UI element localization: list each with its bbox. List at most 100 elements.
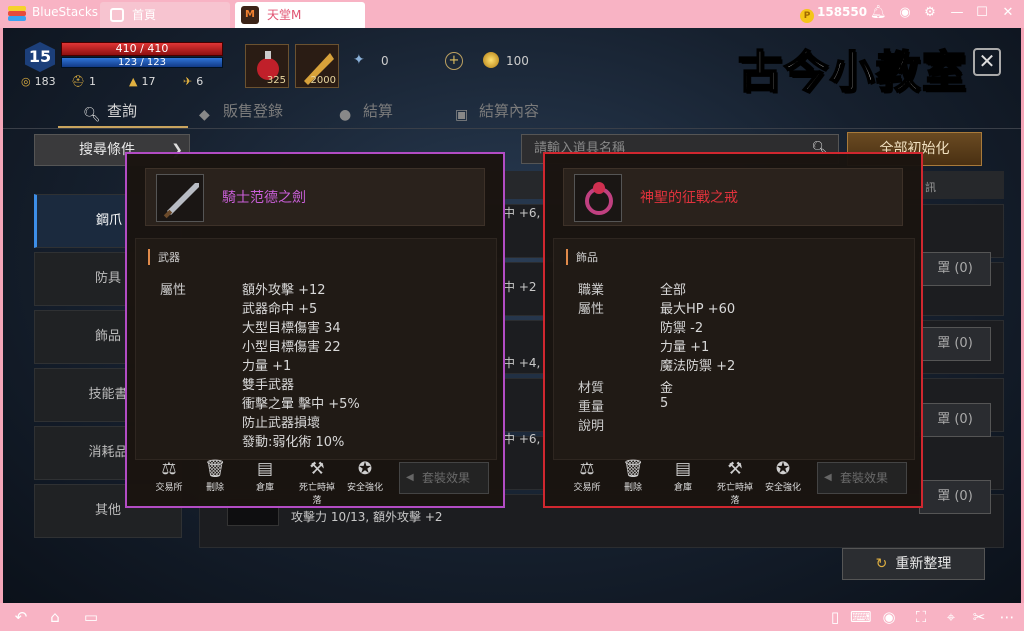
- reorganize-label: 重新整理: [895, 556, 952, 572]
- eye-icon[interactable]: ◉: [880, 607, 898, 627]
- minimize-icon[interactable]: —: [949, 5, 965, 21]
- game-screen: 15 410 / 410 123 / 123 ◎ 183 ⛑ 1 ▲ 17 ✈ 6 32…: [3, 28, 1021, 603]
- tab-lineage-m[interactable]: M 天堂M: [235, 2, 365, 28]
- trash-icon: 🗑︎: [622, 459, 644, 479]
- lineage-m-app-icon: M: [241, 6, 259, 24]
- ring-item-icon: [574, 174, 622, 222]
- attr-value: 力量 +1: [242, 359, 292, 374]
- attr-label: 說明: [578, 419, 605, 434]
- row-action-button[interactable]: 罩 (0): [919, 480, 991, 514]
- fullscreen-icon[interactable]: ⛶: [912, 607, 930, 627]
- scroll-slot[interactable]: 2000: [295, 44, 339, 88]
- home-button-icon[interactable]: ⌂: [44, 607, 66, 627]
- warehouse-button[interactable]: ▤ 倉庫: [245, 458, 285, 504]
- location-icon[interactable]: ⌖: [942, 607, 960, 627]
- attr-label: 材質: [578, 381, 605, 396]
- tab-home-label: 首頁: [132, 8, 157, 22]
- app-titlebar: BlueStacks 首頁 M 天堂M P 158550 🔔︎ ◉ ⚙ — ☐ ✕: [0, 0, 1024, 28]
- close-shop-button[interactable]: ✕: [973, 48, 1001, 76]
- delete-button[interactable]: 🗑︎ 刪除: [613, 458, 653, 504]
- coin-value: 158550: [817, 5, 868, 19]
- scissors-icon[interactable]: ✂: [970, 607, 988, 627]
- bluestacks-coin-icon: P: [800, 9, 814, 23]
- list-header-label: 訊: [925, 181, 936, 194]
- tag-icon: ◆: [199, 107, 210, 123]
- tooltip-header: 神聖的征戰之戒: [563, 168, 903, 226]
- coin-balance[interactable]: P 158550: [800, 5, 867, 23]
- anvil-icon: ⚒: [727, 459, 743, 479]
- tab-settle-details[interactable]: ▣ 結算內容: [455, 100, 539, 123]
- row-action-button[interactable]: 罩 (0): [919, 252, 991, 286]
- attr-value: 金: [660, 381, 674, 396]
- keyboard-icon[interactable]: ⌨: [850, 607, 872, 627]
- enhance-icon: ✪: [775, 459, 791, 479]
- delete-button[interactable]: 🗑︎ 刪除: [195, 458, 235, 504]
- row-text: 中 +4,: [503, 356, 541, 370]
- helmet-icon: ⛑: [71, 75, 85, 88]
- tooltip-body: 武器 屬性 額外攻擊 +12 武器命中 +5 大型目標傷害 34 小型目標傷害 …: [135, 238, 497, 460]
- death-drop-button[interactable]: ⚒ 死亡時掉落: [715, 458, 755, 506]
- chest-icon: ▤: [674, 459, 692, 479]
- attr-value: 魔法防禦 +2: [660, 359, 736, 374]
- trade-button[interactable]: ⚖ 交易所: [149, 458, 189, 504]
- attr-value: 最大HP +60: [660, 302, 736, 317]
- warehouse-button[interactable]: ▤ 倉庫: [663, 458, 703, 504]
- row-text: 中 +2: [503, 280, 537, 294]
- safe-enhance-button[interactable]: ✪ 安全強化: [763, 458, 803, 504]
- hp-bar: 410 / 410: [61, 42, 223, 56]
- potion-slot[interactable]: 325: [245, 44, 289, 88]
- attr-value: 防禦 -2: [660, 321, 704, 336]
- tab-settle-label: 結算: [363, 102, 394, 120]
- tab-search[interactable]: 🔍︎ 查詢: [83, 100, 137, 123]
- mp-bar: 123 / 123: [61, 57, 223, 68]
- chest-icon: ▤: [256, 459, 274, 479]
- coins-icon: ●: [339, 107, 352, 123]
- trade-button[interactable]: ⚖ 交易所: [567, 458, 607, 504]
- set-effect-button[interactable]: 套裝效果: [399, 462, 489, 494]
- close-window-icon[interactable]: ✕: [1000, 5, 1016, 21]
- search-icon: 🔍︎: [83, 107, 101, 123]
- maximize-icon[interactable]: ☐: [974, 5, 990, 21]
- app-brand: BlueStacks: [32, 5, 99, 19]
- attr-value: 發動:弱化術 10%: [242, 435, 345, 450]
- attr-label: 屬性: [160, 283, 187, 298]
- emulator-bottombar: ↶ ⌂ ▭ ▯ ⌨ ◉ ⛶ ⌖ ✂ ⋯: [0, 603, 1024, 631]
- tab-sell-register[interactable]: ◆ 販售登錄: [199, 100, 283, 123]
- add-currency-button[interactable]: +: [445, 52, 463, 70]
- row-action-button[interactable]: 罩 (0): [919, 403, 991, 437]
- ring-icon: ◎: [21, 75, 31, 88]
- attr-label: 重量: [578, 400, 605, 415]
- phone-icon[interactable]: ▯: [826, 607, 844, 627]
- potion-qty: 325: [266, 75, 286, 86]
- gear-icon[interactable]: ⚙: [922, 5, 938, 21]
- boot-icon: ▲: [129, 75, 138, 88]
- sword-icon: [156, 174, 204, 222]
- death-drop-button[interactable]: ⚒ 死亡時掉落: [297, 458, 337, 506]
- item-name: 騎士范德之劍: [222, 190, 306, 206]
- account-icon[interactable]: ◉: [897, 5, 913, 21]
- item-tooltip-ring: 神聖的征戰之戒 飾品 職業 全部 屬性 最大HP +60 防禦 -2 力量 +1…: [543, 152, 923, 508]
- tab-settle[interactable]: ● 結算: [339, 100, 393, 123]
- watermark: 古今小教室: [737, 46, 968, 99]
- tab-home[interactable]: 首頁: [100, 2, 230, 28]
- attr-label: 職業: [578, 283, 605, 298]
- scroll-qty: 2000: [310, 75, 336, 86]
- tab-sell-label: 販售登錄: [223, 102, 284, 120]
- set-effect-button[interactable]: 套裝效果: [817, 462, 907, 494]
- safe-enhance-button[interactable]: ✪ 安全強化: [345, 458, 385, 504]
- item-tooltip-weapon: 騎士范德之劍 武器 屬性 額外攻擊 +12 武器命中 +5 大型目標傷害 34 …: [125, 152, 505, 508]
- tab-search-label: 查詢: [107, 102, 138, 120]
- attr-value: 5: [660, 396, 669, 411]
- document-icon: ▣: [455, 107, 469, 123]
- row-action-button[interactable]: 罩 (0): [919, 327, 991, 361]
- recents-icon[interactable]: ▭: [80, 607, 102, 627]
- more-icon[interactable]: ⋯: [998, 607, 1016, 627]
- attr-value: 武器命中 +5: [242, 302, 318, 317]
- bell-icon[interactable]: 🔔︎: [870, 5, 887, 21]
- stat-boot: ▲ 17: [129, 75, 156, 88]
- home-icon: [110, 8, 124, 22]
- trash-icon: 🗑︎: [204, 459, 226, 479]
- reorganize-button[interactable]: ↻ 重新整理: [842, 548, 985, 580]
- back-icon[interactable]: ↶: [10, 607, 32, 627]
- attr-value: 小型目標傷害 22: [242, 340, 341, 355]
